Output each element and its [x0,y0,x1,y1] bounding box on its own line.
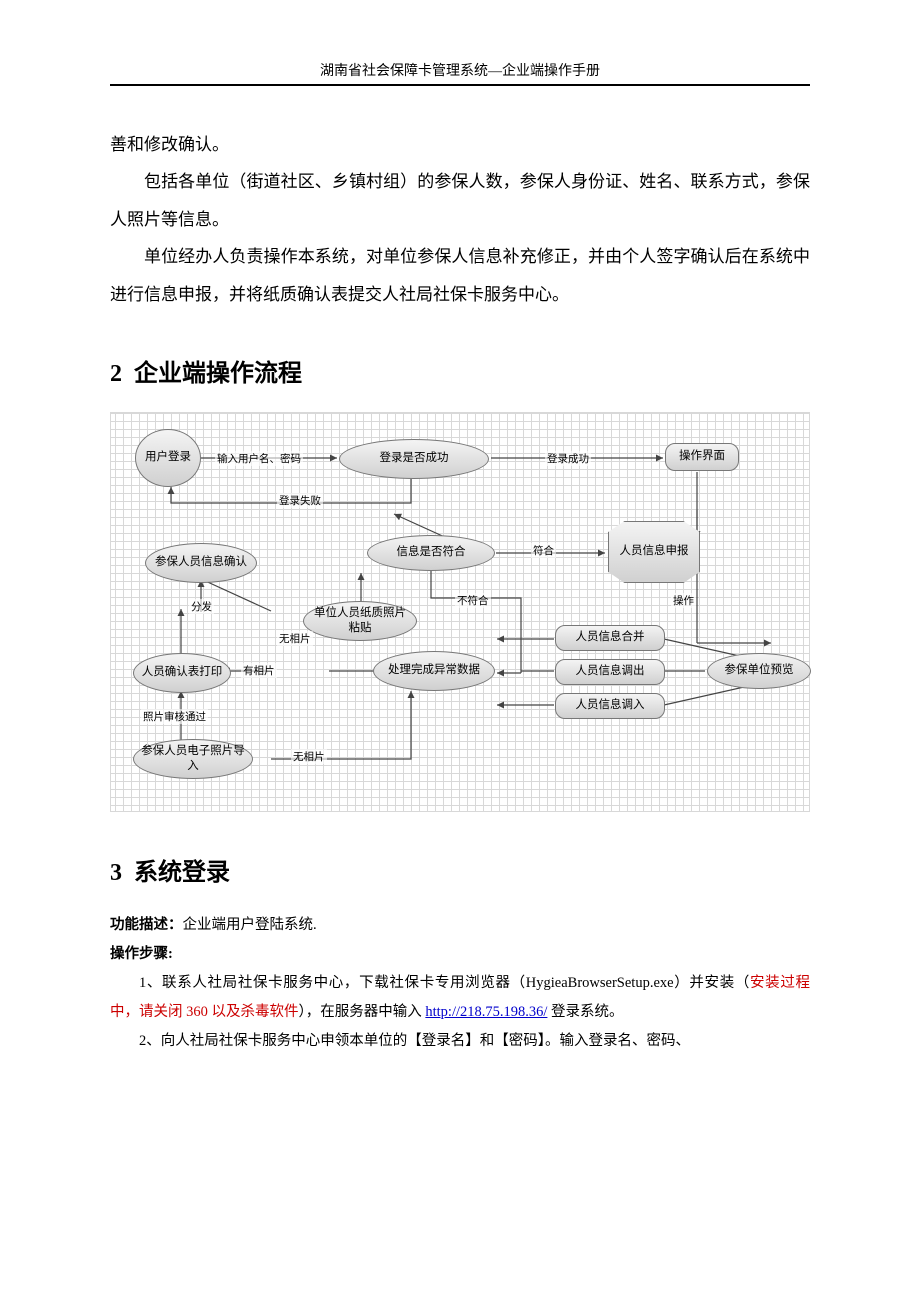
label-no-photo-1: 无相片 [277,631,313,646]
node-print-confirm: 人员确认表打印 [133,653,231,693]
login-url-link[interactable]: http://218.75.198.36/ [425,1004,547,1020]
section-2-heading: 2 企业端操作流程 [110,353,810,388]
steps-label: 操作步骤: [110,940,810,969]
page-header: 湖南省社会保障卡管理系统—企业端操作手册 [110,60,810,80]
func-desc-line: 功能描述：企业端用户登陆系统. [110,911,810,940]
label-photo-approved: 照片审核通过 [141,709,208,724]
label-distribute: 分发 [189,599,214,614]
node-merge: 人员信息合并 [555,625,665,651]
flowchart: 用户登录 登录是否成功 操作界面 信息是否符合 人员信息申报 参保人员信息确认 … [110,412,810,812]
step-1: 1、联系人社局社保卡服务中心，下载社保卡专用浏览器（HygieaBrowserS… [110,969,810,1027]
body-text: 善和修改确认。 包括各单位（街道社区、乡镇村组）的参保人数，参保人身份证、姓名、… [110,126,810,313]
node-photo-paste: 单位人员纸质照片粘贴 [303,601,417,641]
label-login-fail: 登录失败 [277,493,323,508]
section-2-number: 2 [110,361,122,387]
func-text: 企业端用户登陆系统. [183,917,317,933]
node-user-login: 用户登录 [135,429,201,487]
node-exception: 处理完成异常数据 [373,651,495,691]
para-2: 单位经办人负责操作本系统，对单位参保人信息补充修正，并由个人签字确认后在系统中进… [110,238,810,313]
header-rule [110,84,810,86]
step-1c: 登录系统。 [547,1004,623,1020]
section-3-heading: 3 系统登录 [110,852,810,887]
step-2: 2、向人社局社保卡服务中心申领本单位的【登录名】和【密码】。输入登录名、密码、 [110,1027,810,1056]
para-0: 善和修改确认。 [110,126,810,163]
step-1a: 1、联系人社局社保卡服务中心，下载社保卡专用浏览器（HygieaBrowserS… [139,975,750,991]
node-info-report: 人员信息申报 [608,521,700,583]
label-not-ok: 不符合 [455,593,491,608]
node-info-confirm: 参保人员信息确认 [145,543,257,583]
section-3-title: 系统登录 [134,860,230,886]
label-input-creds: 输入用户名、密码 [215,451,303,466]
label-ok: 符合 [531,543,556,558]
node-info-ok-q: 信息是否符合 [367,535,495,571]
step-1b: ），在服务器中输入 [299,1004,426,1020]
node-preview: 参保单位预览 [707,653,811,689]
node-ui: 操作界面 [665,443,739,471]
label-no-photo-2: 无相片 [291,749,327,764]
node-export: 人员信息调出 [555,659,665,685]
node-ephoto-import: 参保人员电子照片导入 [133,739,253,779]
para-1: 包括各单位（街道社区、乡镇村组）的参保人数，参保人身份证、姓名、联系方式，参保人… [110,163,810,238]
label-has-photo: 有相片 [241,663,277,678]
func-label: 功能描述： [110,917,183,933]
section-2-title: 企业端操作流程 [134,361,302,387]
label-login-ok: 登录成功 [545,451,591,466]
label-operate: 操作 [671,593,696,608]
node-import: 人员信息调入 [555,693,665,719]
node-login-success-q: 登录是否成功 [339,439,489,479]
section-3-number: 3 [110,860,122,886]
